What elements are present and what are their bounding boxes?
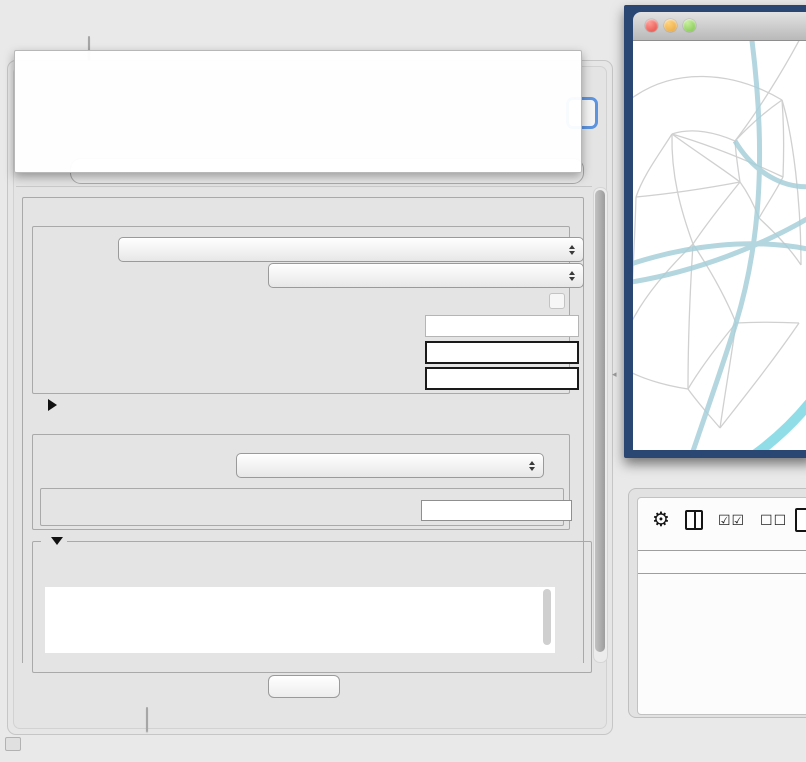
- table-panel: ⚙ ☑☑ ☐☐: [628, 488, 806, 718]
- zoom-button[interactable]: [683, 19, 696, 32]
- collapsed-panel-icon[interactable]: [5, 737, 21, 751]
- collapse-down-icon: [51, 537, 63, 545]
- mi-threshold-input[interactable]: [421, 500, 572, 521]
- network-canvas[interactable]: [633, 41, 806, 450]
- minimize-button[interactable]: [664, 19, 677, 32]
- gear-icon[interactable]: ⚙: [652, 510, 670, 530]
- algorithm-dropdown-popup: [14, 50, 582, 173]
- table-rows: [638, 573, 806, 713]
- network-graph: [633, 41, 806, 450]
- new-table-icon[interactable]: [795, 508, 806, 532]
- kernel-width-input[interactable]: [425, 315, 579, 337]
- splitter-handle-icon[interactable]: ◂: [612, 369, 617, 380]
- columns-icon[interactable]: [685, 510, 703, 530]
- table-toolbar: ⚙ ☑☑ ☐☐: [638, 498, 806, 542]
- aracne-mode-select[interactable]: [118, 237, 584, 262]
- select-columns-icon[interactable]: ☑☑: [718, 512, 745, 529]
- hub-definition-toggle[interactable]: [40, 398, 57, 413]
- stepper-arrows-icon: [529, 461, 535, 471]
- node-table: ⚙ ☑☑ ☐☐: [637, 497, 806, 715]
- which-threshold-select[interactable]: [236, 453, 544, 478]
- manual-kernel-checkbox[interactable]: [549, 293, 565, 309]
- stepper-arrows-icon: [569, 245, 575, 255]
- expand-right-icon: [48, 399, 57, 411]
- close-button[interactable]: [645, 19, 658, 32]
- network-edge-thick: [733, 391, 806, 450]
- mi-steps-input[interactable]: [425, 367, 579, 390]
- stepper-arrows-icon: [569, 271, 575, 281]
- network-window-titlebar[interactable]: [633, 12, 806, 41]
- apply-button[interactable]: [268, 675, 340, 698]
- dpi-tolerance-input[interactable]: [425, 341, 579, 364]
- deselect-columns-icon[interactable]: ☐☐: [760, 512, 787, 529]
- cyni-bottom-tabs: [146, 707, 148, 732]
- table-header-row: [638, 550, 806, 574]
- sources-group-title[interactable]: [41, 534, 67, 549]
- application-window: ◂: [0, 0, 806, 762]
- network-edges-strong: [633, 41, 806, 450]
- network-view-window: [624, 5, 806, 458]
- mi-type-select[interactable]: [268, 263, 584, 288]
- data-attributes-list[interactable]: [45, 587, 555, 653]
- attributes-scrollbar[interactable]: [543, 589, 551, 645]
- settings-scrollbar-thumb[interactable]: [595, 190, 605, 652]
